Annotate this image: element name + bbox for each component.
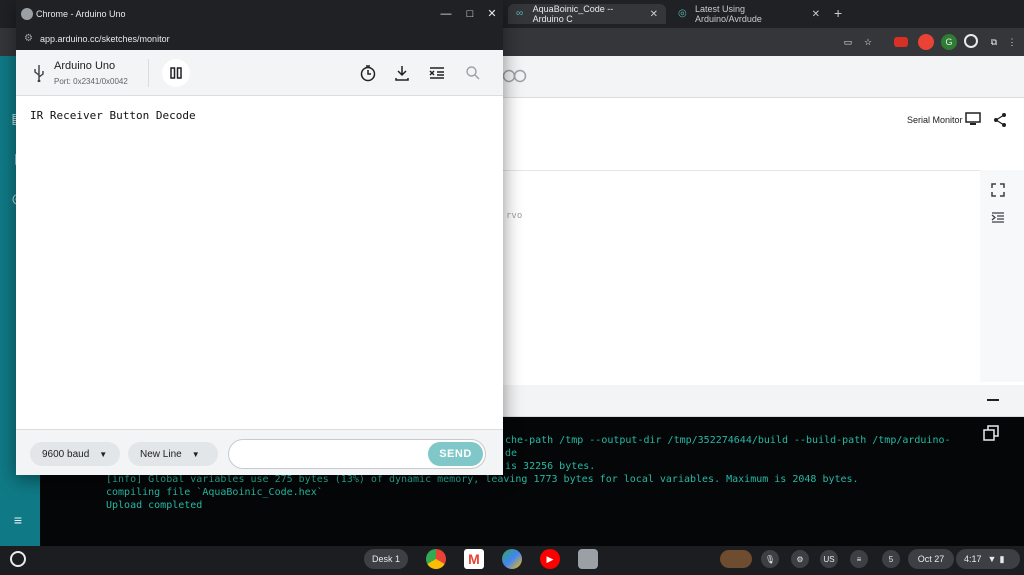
console-line: is 32256 bytes. [505,461,596,472]
serial-monitor-label[interactable]: Serial Monitor [907,115,963,125]
expand-icon[interactable] [991,183,1005,197]
indent-icon[interactable] [991,212,1005,224]
toolbar-divider [148,59,149,87]
console-line: compiling file `AquaBoinic_Code.hex` [106,487,323,498]
serial-output-line: IR Receiver Button Decode [30,109,196,122]
grammarly-icon[interactable]: G [941,34,957,50]
cast-icon[interactable]: ▭ [840,34,856,50]
status-tray[interactable]: 4:17 ▼ ▮ [956,549,1020,569]
os-shelf: Desk 1 M ▶ 🎙 ⚙ US ≡ 5 Oct 27 4:17 ▼ ▮ [0,546,1024,575]
chrome-app-icon[interactable] [426,549,446,569]
tab-latest-avrdude[interactable]: ◎ Latest Using Arduino/Avrdude ✕ [670,4,828,24]
console-line: che-path /tmp --output-dir /tmp/35227464… [505,435,951,446]
browser-menu-icon[interactable]: ⋮ [1004,34,1020,50]
minimize-output-icon[interactable] [987,399,999,401]
window-title: Chrome - Arduino Uno [36,9,126,19]
wifi-icon: ▼ [987,554,997,564]
editor-toolbar [502,56,1024,98]
extensions-puzzle-icon[interactable]: ⧉ [986,34,1002,50]
microphone-icon[interactable]: 🎙 [761,550,779,568]
download-icon[interactable] [393,64,411,82]
pause-icon [170,67,182,79]
serial-monitor-icon[interactable] [965,112,981,126]
settings-sliders-icon[interactable]: ≡ [10,512,26,528]
media-thumbnail-icon[interactable] [720,550,752,568]
send-button[interactable]: SEND [428,442,483,466]
serial-monitor-footer: 9600 baud ▼ New Line ▼ SEND [16,429,503,475]
chevron-down-icon: ▼ [191,449,200,459]
chrome-icon [21,8,33,20]
board-port: Port: 0x2341/0x0042 [54,77,128,86]
tab-title: Latest Using Arduino/Avrdude [694,4,762,24]
play-store-app-icon[interactable] [502,549,522,569]
forum-tab-icon: ◎ [678,8,687,19]
accessibility-icon[interactable]: ⚙ [791,550,809,568]
notification-count[interactable]: 5 [882,550,900,568]
usb-icon [34,65,44,82]
output-panel-header [502,385,1024,417]
board-name: Arduino Uno [54,60,116,72]
minimize-icon[interactable]: — [438,6,454,22]
baud-rate-select[interactable]: 9600 baud ▼ [30,442,120,466]
share-icon[interactable] [993,112,1007,128]
playlist-icon[interactable]: ≡ [850,550,868,568]
app-icon[interactable] [578,549,598,569]
url-text: app.arduino.cc/sketches/monitor [40,34,170,44]
arduino-logo-icon [502,69,527,83]
editor-side-panel [980,170,1024,382]
gmail-app-icon[interactable]: M [464,549,484,569]
console-line: Upload completed [106,500,203,511]
arduino-tab-icon: ∞ [516,8,524,19]
tab-title: AquaBoinic_Code -- Arduino C [532,4,614,24]
popup-title-bar: Chrome - Arduino Uno — □ ✕ [16,0,503,28]
close-icon[interactable]: ✕ [812,9,820,20]
serial-monitor-popup-window: Chrome - Arduino Uno — □ ✕ ⚙ app.arduino… [16,0,503,475]
timestamp-icon[interactable] [359,64,377,82]
popup-address-bar[interactable]: ⚙ app.arduino.cc/sketches/monitor [16,28,503,50]
serial-monitor-toolbar: Arduino Uno Port: 0x2341/0x0042 [16,50,503,96]
line-ending-select[interactable]: New Line ▼ [128,442,218,466]
new-tab-button[interactable]: + [834,5,842,21]
baud-rate-value: 9600 baud [42,448,90,460]
line-ending-value: New Line [140,448,182,460]
console-line: de [505,448,518,459]
pause-button[interactable] [162,59,190,87]
chevron-down-icon: ▼ [99,449,108,459]
clock-time: 4:17 [964,554,982,564]
bookmark-star-icon[interactable]: ☆ [860,34,876,50]
keyboard-layout[interactable]: US [820,550,838,568]
date-display[interactable]: Oct 27 [908,549,954,569]
serial-monitor-output: IR Receiver Button Decode [16,97,503,429]
tab-aquaboinic-code[interactable]: ∞ AquaBoinic_Code -- Arduino C ✕ [508,4,666,24]
maximize-icon[interactable]: □ [462,6,478,22]
code-editor[interactable] [502,170,1024,382]
extension-circle-icon[interactable] [964,34,978,48]
close-icon[interactable]: ✕ [650,9,658,20]
site-info-icon[interactable]: ⚙ [24,33,36,45]
search-icon[interactable] [464,64,482,82]
extension-badge-icon[interactable] [918,34,934,50]
extension-red-icon[interactable] [894,37,908,47]
launcher-icon[interactable] [10,551,26,567]
console-line: [info] Global variables use 275 bytes (1… [106,474,859,485]
close-icon[interactable]: ✕ [484,6,500,22]
copy-output-icon[interactable] [983,425,999,441]
battery-icon: ▮ [999,553,1005,564]
desk-switcher[interactable]: Desk 1 [364,549,408,569]
code-fragment: rvo [506,211,523,221]
youtube-app-icon[interactable]: ▶ [540,549,560,569]
clear-output-icon[interactable] [428,64,446,82]
